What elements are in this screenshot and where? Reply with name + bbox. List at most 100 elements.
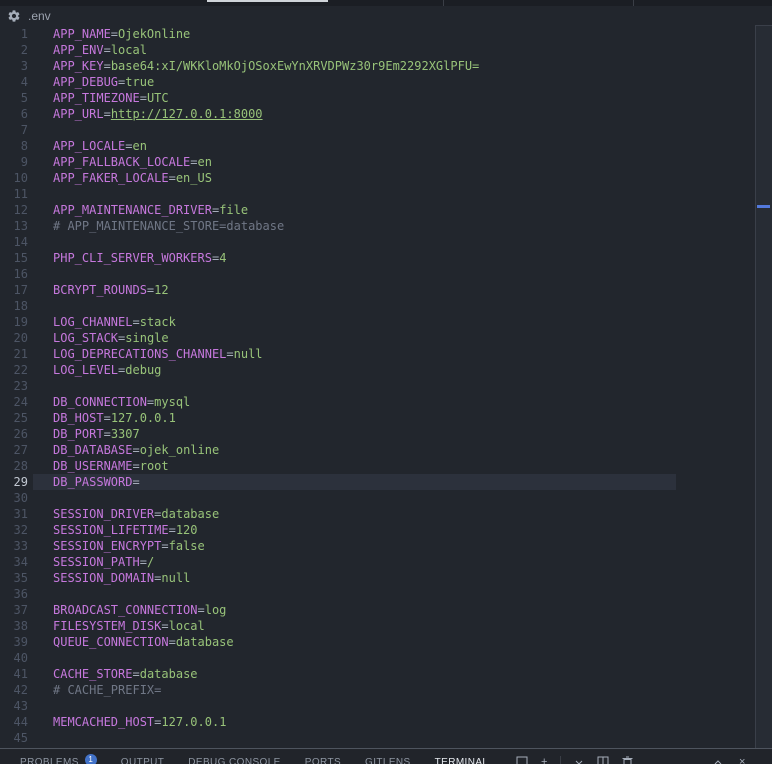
code-line[interactable]: 9APP_FALLBACK_LOCALE=en [0, 154, 755, 170]
code-editor[interactable]: 1APP_NAME=OjekOnline2APP_ENV=local3APP_K… [0, 26, 755, 748]
line-number[interactable]: 10 [0, 170, 28, 186]
split-terminal-icon[interactable] [597, 756, 609, 764]
code-line[interactable]: 31SESSION_DRIVER=database [0, 506, 755, 522]
code-line[interactable]: 21LOG_DEPRECATIONS_CHANNEL=null [0, 346, 755, 362]
code-line[interactable]: 20LOG_STACK=single [0, 330, 755, 346]
line-number[interactable]: 26 [0, 426, 28, 442]
panel-tab-debug-console[interactable]: DEBUG CONSOLE [188, 757, 280, 764]
code-line[interactable]: 43 [0, 698, 755, 714]
code-line[interactable]: 36 [0, 586, 755, 602]
line-number[interactable]: 42 [0, 682, 28, 698]
line-number[interactable]: 20 [0, 330, 28, 346]
line-number[interactable]: 25 [0, 410, 28, 426]
scrollbar[interactable] [755, 25, 772, 748]
line-number[interactable]: 41 [0, 666, 28, 682]
code-line[interactable]: 33SESSION_ENCRYPT=false [0, 538, 755, 554]
line-number[interactable]: 38 [0, 618, 28, 634]
line-number[interactable]: 7 [0, 122, 28, 138]
line-number[interactable]: 31 [0, 506, 28, 522]
panel-tab-ports[interactable]: PORTS [305, 757, 341, 764]
line-number[interactable]: 13 [0, 218, 28, 234]
line-number[interactable]: 35 [0, 570, 28, 586]
line-number[interactable]: 2 [0, 42, 28, 58]
code-line[interactable]: 44MEMCACHED_HOST=127.0.0.1 [0, 714, 755, 730]
line-number[interactable]: 1 [0, 26, 28, 42]
line-number[interactable]: 15 [0, 250, 28, 266]
code-line[interactable]: 40 [0, 650, 755, 666]
code-line[interactable]: 4APP_DEBUG=true [0, 74, 755, 90]
line-number[interactable]: 14 [0, 234, 28, 250]
line-number[interactable]: 22 [0, 362, 28, 378]
code-line[interactable]: 29DB_PASSWORD= [0, 474, 755, 490]
code-line[interactable]: 35SESSION_DOMAIN=null [0, 570, 755, 586]
line-number[interactable]: 29 [0, 474, 28, 490]
line-number[interactable]: 28 [0, 458, 28, 474]
code-line[interactable]: 28DB_USERNAME=root [0, 458, 755, 474]
chevron-up-icon[interactable] [713, 756, 723, 764]
code-line[interactable]: 34SESSION_PATH=/ [0, 554, 755, 570]
code-line[interactable]: 2APP_ENV=local [0, 42, 755, 58]
panel-tab-terminal[interactable]: TERMINAL [435, 757, 489, 764]
line-number[interactable]: 18 [0, 298, 28, 314]
code-line[interactable]: 41CACHE_STORE=database [0, 666, 755, 682]
line-number[interactable]: 30 [0, 490, 28, 506]
code-line[interactable]: 37BROADCAST_CONNECTION=log [0, 602, 755, 618]
code-line[interactable]: 30 [0, 490, 755, 506]
line-number[interactable]: 34 [0, 554, 28, 570]
code-line[interactable]: 14 [0, 234, 755, 250]
code-line[interactable]: 27DB_DATABASE=ojek_online [0, 442, 755, 458]
code-line[interactable]: 12APP_MAINTENANCE_DRIVER=file [0, 202, 755, 218]
code-line[interactable]: 39QUEUE_CONNECTION=database [0, 634, 755, 650]
url-link[interactable]: http://127.0.0.1:8000 [111, 107, 263, 121]
line-number[interactable]: 11 [0, 186, 28, 202]
line-number[interactable]: 17 [0, 282, 28, 298]
panel-tab-gitlens[interactable]: GITLENS [365, 757, 411, 764]
code-line[interactable]: 45 [0, 730, 755, 746]
line-number[interactable]: 3 [0, 58, 28, 74]
line-number[interactable]: 23 [0, 378, 28, 394]
line-number[interactable]: 37 [0, 602, 28, 618]
code-line[interactable]: 16 [0, 266, 755, 282]
line-number[interactable]: 33 [0, 538, 28, 554]
line-number[interactable]: 32 [0, 522, 28, 538]
code-line[interactable]: 6APP_URL=http://127.0.0.1:8000 [0, 106, 755, 122]
line-number[interactable]: 27 [0, 442, 28, 458]
line-number[interactable]: 45 [0, 730, 28, 746]
line-number[interactable]: 43 [0, 698, 28, 714]
code-line[interactable]: 5APP_TIMEZONE=UTC [0, 90, 755, 106]
line-number[interactable]: 6 [0, 106, 28, 122]
tabbar-scrollbar-thumb[interactable] [207, 0, 328, 2]
trash-icon[interactable] [622, 756, 633, 764]
code-line[interactable]: 3APP_KEY=base64:xI/WKKloMkOjOSoxEwYnXRVD… [0, 58, 755, 74]
line-number[interactable]: 24 [0, 394, 28, 410]
panel-tab-output[interactable]: OUTPUT [121, 757, 165, 764]
code-line[interactable]: 18 [0, 298, 755, 314]
code-line[interactable]: 22LOG_LEVEL=debug [0, 362, 755, 378]
code-line[interactable]: 42# CACHE_PREFIX= [0, 682, 755, 698]
code-line[interactable]: 8APP_LOCALE=en [0, 138, 755, 154]
panel-tab-problems[interactable]: PROBLEMS1 [20, 757, 97, 764]
code-line[interactable]: 38FILESYSTEM_DISK=local [0, 618, 755, 634]
breadcrumb-item-env[interactable]: .env [0, 6, 51, 26]
line-number[interactable]: 44 [0, 714, 28, 730]
line-number[interactable]: 12 [0, 202, 28, 218]
code-line[interactable]: 1APP_NAME=OjekOnline [0, 26, 755, 42]
code-line[interactable]: 23 [0, 378, 755, 394]
code-line[interactable]: 26DB_PORT=3307 [0, 426, 755, 442]
chevron-down-icon[interactable] [574, 756, 584, 764]
code-line[interactable]: 32SESSION_LIFETIME=120 [0, 522, 755, 538]
line-number[interactable]: 21 [0, 346, 28, 362]
code-line[interactable]: 10APP_FAKER_LOCALE=en_US [0, 170, 755, 186]
close-icon[interactable]: × [739, 756, 745, 764]
code-line[interactable]: 7 [0, 122, 755, 138]
plus-icon[interactable]: + [541, 756, 547, 764]
line-number[interactable]: 4 [0, 74, 28, 90]
scroll-lock-icon[interactable] [516, 756, 528, 764]
line-number[interactable]: 39 [0, 634, 28, 650]
code-line[interactable]: 19LOG_CHANNEL=stack [0, 314, 755, 330]
line-number[interactable]: 5 [0, 90, 28, 106]
code-line[interactable]: 25DB_HOST=127.0.0.1 [0, 410, 755, 426]
code-line[interactable]: 15PHP_CLI_SERVER_WORKERS=4 [0, 250, 755, 266]
code-line[interactable]: 11 [0, 186, 755, 202]
line-number[interactable]: 19 [0, 314, 28, 330]
